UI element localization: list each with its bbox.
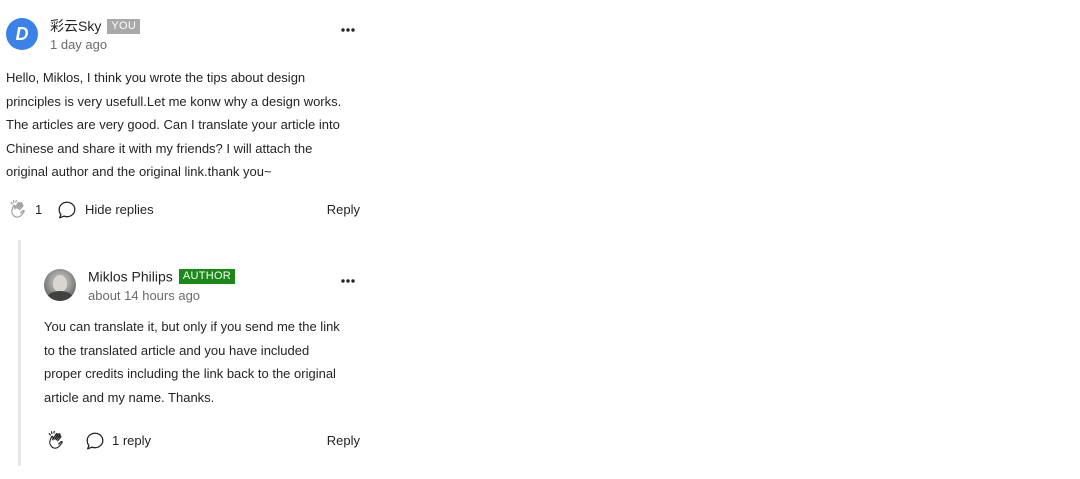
comment-header: D 彩云Sky YOU 1 day ago: [6, 14, 362, 54]
speech-bubble-icon[interactable]: [56, 199, 78, 221]
comment: D 彩云Sky YOU 1 day ago Hello, Miklos, I th…: [6, 14, 362, 222]
comment-text: Hello, Miklos, I think you wrote the tip…: [6, 70, 342, 179]
author-line: 彩云Sky YOU: [50, 16, 141, 36]
comment-timestamp: 1 day ago: [50, 37, 108, 52]
avatar[interactable]: D: [6, 18, 38, 50]
author-line: Miklos Philips AUTHOR: [88, 267, 236, 284]
reply-comment: Miklos Philips AUTHOR about 14 hours ago …: [44, 265, 362, 453]
comment-header: Miklos Philips AUTHOR about 14 hours ago: [44, 265, 362, 305]
hide-replies-button[interactable]: Hide replies: [85, 202, 154, 217]
speech-bubble-icon[interactable]: [84, 430, 106, 452]
comment-thread: D 彩云Sky YOU 1 day ago Hello, Miklos, I th…: [0, 0, 1080, 479]
view-replies-button[interactable]: 1 reply: [112, 433, 151, 448]
comment-actions: 1 reply Reply: [44, 429, 362, 453]
comment-text: You can translate it, but only if you se…: [44, 319, 340, 405]
more-options-icon[interactable]: [340, 277, 356, 285]
avatar-face: [53, 275, 67, 292]
comment-timestamp: about 14 hours ago: [88, 288, 201, 303]
clap-count: 1: [35, 201, 43, 217]
clap-icon[interactable]: [46, 429, 68, 451]
author-badge: AUTHOR: [178, 268, 236, 284]
clap-icon[interactable]: [8, 198, 30, 220]
more-options-icon[interactable]: [340, 26, 356, 34]
comment-actions: 1 Hide replies Reply: [6, 198, 362, 222]
reply-button[interactable]: Reply: [327, 433, 360, 448]
you-badge: YOU: [107, 18, 141, 34]
author-name[interactable]: 彩云Sky: [50, 18, 101, 34]
avatar[interactable]: [44, 269, 76, 301]
reply-thread-line: [18, 240, 21, 466]
author-name[interactable]: Miklos Philips: [88, 268, 173, 284]
avatar-shoulders: [47, 291, 73, 301]
reply-button[interactable]: Reply: [327, 202, 360, 217]
